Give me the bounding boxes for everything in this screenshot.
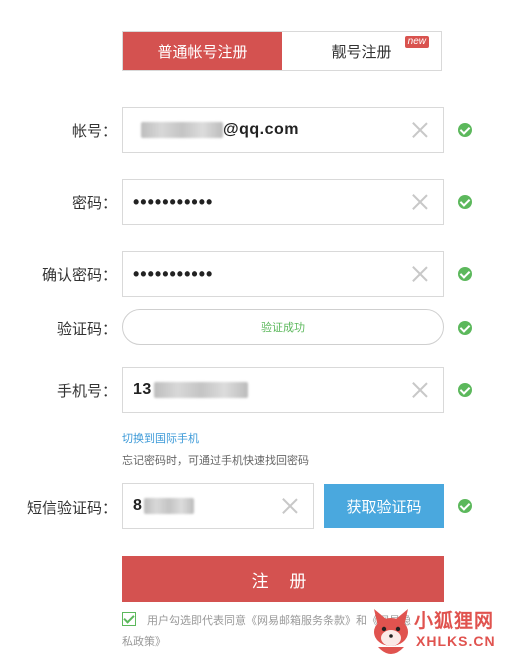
password-value: ••••••••••• — [133, 191, 214, 212]
tab-premium-account[interactable]: 靓号注册 new — [282, 32, 441, 70]
tab-normal-label: 普通帐号注册 — [157, 43, 248, 61]
get-sms-code-button[interactable]: 获取验证码 — [324, 484, 444, 528]
tab-normal-account[interactable]: 普通帐号注册 — [123, 32, 282, 70]
clear-icon[interactable] — [411, 193, 429, 211]
password-input[interactable]: ••••••••••• — [122, 179, 444, 225]
sms-code-input[interactable]: 8 — [122, 483, 314, 529]
account-suffix: @qq.com — [223, 121, 299, 138]
check-circle-icon — [458, 123, 472, 137]
switch-intl-phone-link[interactable]: 切换到国际手机 — [122, 430, 199, 446]
agreement-text-continued: 私政策》 — [122, 636, 166, 648]
clear-icon[interactable] — [411, 381, 429, 399]
confirm-password-value: ••••••••••• — [133, 263, 214, 284]
check-circle-icon — [458, 195, 472, 209]
check-circle-icon — [458, 383, 472, 397]
captcha-status: 验证成功 — [261, 322, 305, 334]
phone-label: 手机号： — [56, 383, 117, 400]
clear-icon[interactable] — [411, 265, 429, 283]
clear-icon[interactable] — [281, 497, 299, 515]
masked-sms-text — [144, 498, 195, 514]
tab-premium-label: 靓号注册 — [331, 43, 392, 61]
password-label: 密码： — [71, 195, 117, 212]
site-watermark: 小狐狸网 XHLKS.CN — [368, 605, 507, 659]
phone-input[interactable]: 13 — [122, 367, 444, 413]
masked-phone-text — [153, 382, 248, 398]
sms-code-label: 短信验证码： — [26, 500, 117, 517]
new-badge: new — [404, 36, 429, 48]
clear-icon[interactable] — [411, 121, 429, 139]
register-type-tabs: 普通帐号注册 靓号注册 new — [122, 31, 442, 71]
account-input[interactable]: @qq.com — [122, 107, 444, 153]
masked-account-text — [141, 122, 223, 138]
fox-logo-icon — [374, 609, 408, 654]
confirm-password-label: 确认密码： — [41, 267, 117, 284]
agreement-checkbox[interactable] — [122, 612, 136, 626]
phone-prefix: 13 — [133, 381, 152, 398]
watermark-en-text: XHLKS.CN — [416, 633, 496, 649]
check-circle-icon — [458, 499, 472, 513]
confirm-password-input[interactable]: ••••••••••• — [122, 251, 444, 297]
account-label: 帐号： — [71, 123, 117, 140]
sms-code-prefix: 8 — [133, 497, 143, 514]
register-button-label: 注 册 — [251, 571, 315, 591]
check-circle-icon — [458, 267, 472, 281]
get-sms-code-label: 获取验证码 — [346, 498, 422, 516]
captcha-label: 验证码： — [56, 321, 117, 338]
check-circle-icon — [458, 321, 472, 335]
register-button[interactable]: 注 册 — [122, 556, 444, 602]
captcha-slider[interactable]: 验证成功 — [122, 309, 444, 345]
watermark-cn-text: 小狐狸网 — [414, 611, 495, 632]
phone-hint: 忘记密码时，可通过手机快速找回密码 — [122, 455, 309, 467]
